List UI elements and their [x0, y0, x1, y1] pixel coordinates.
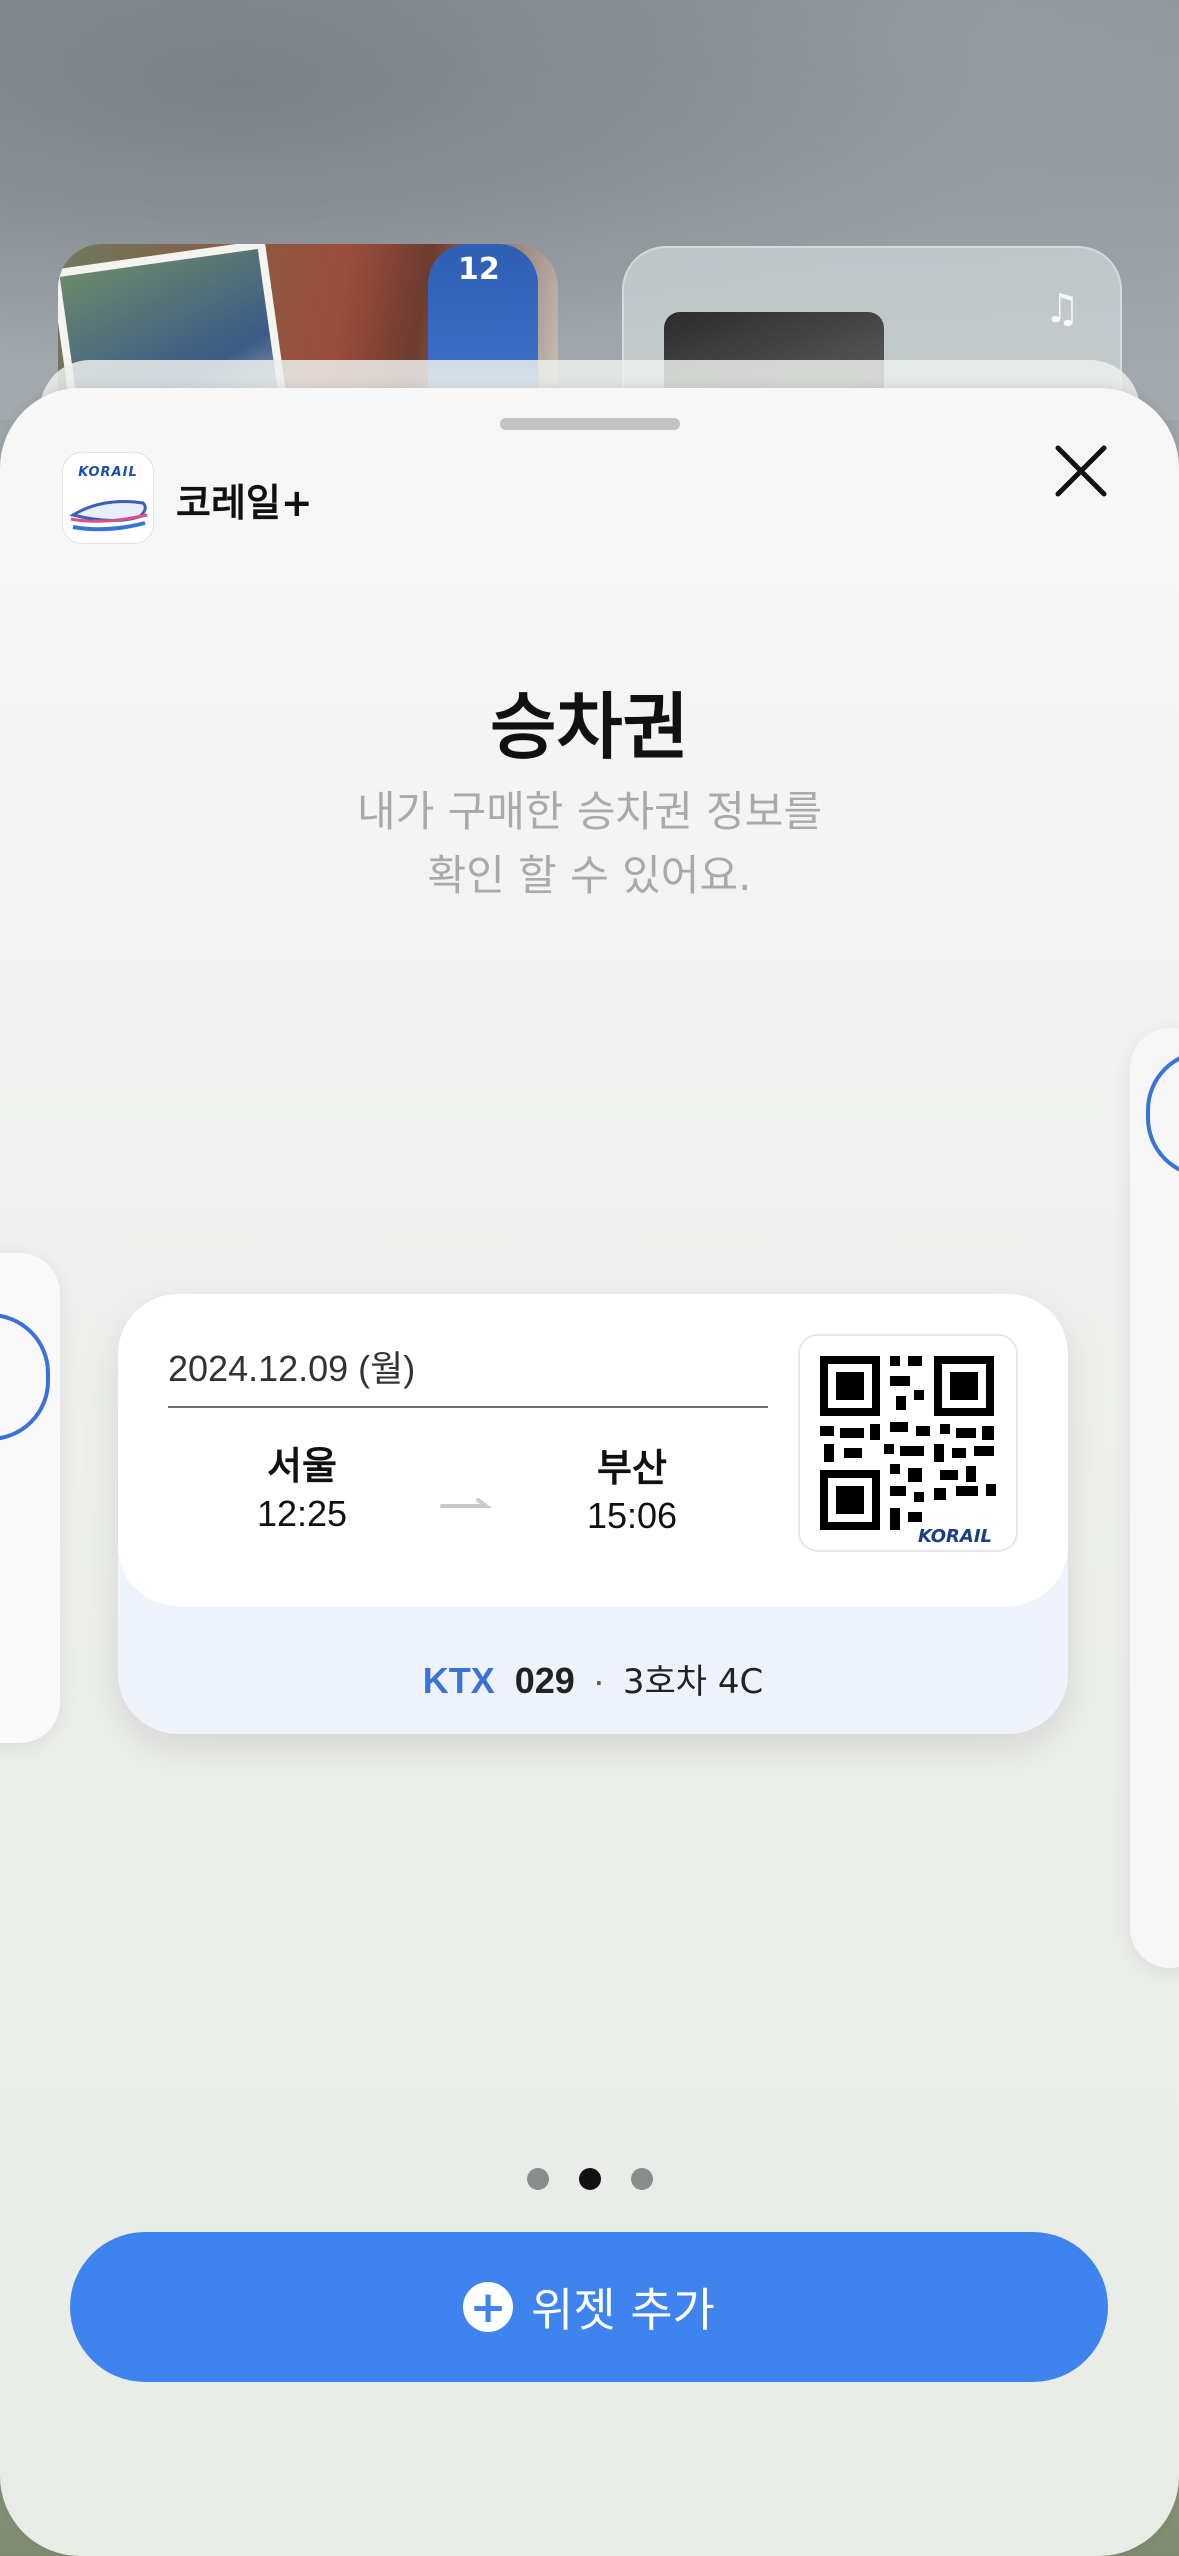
sheet-grabber[interactable] [500, 418, 680, 430]
add-widget-button[interactable]: + 위젯 추가 [70, 2232, 1108, 2382]
widget-gallery-sheet: KORAIL 코레일+ 승차권 내가 구매한 승차권 정보를 확인 할 수 있어… [0, 388, 1179, 2556]
svg-text:KORAIL: KORAIL [918, 1526, 992, 1547]
widget-description: 내가 구매한 승차권 정보를 확인 할 수 있어요. [356, 787, 823, 900]
page-dot-1[interactable] [526, 2168, 549, 2190]
page-dot-3[interactable] [630, 2168, 653, 2190]
next-widget-preview[interactable] [1130, 1028, 1179, 1968]
widget-title: 승차권 [490, 685, 689, 769]
departure-time: 12:25 [256, 1493, 348, 1534]
page-indicator[interactable] [0, 2168, 1179, 2194]
jersey-number: 12 [458, 252, 500, 287]
seat-info: 3호차 4C [622, 1662, 764, 1702]
arrival: 부산 15:06 [532, 1444, 732, 1540]
qr-code: KORAIL [798, 1334, 1018, 1552]
previous-widget-preview[interactable] [0, 1253, 60, 1743]
korail-app-icon: KORAIL [62, 452, 154, 544]
arrow-right-icon [440, 1498, 492, 1508]
close-icon [1055, 445, 1107, 497]
separator: · [592, 1660, 605, 1701]
arrival-time: 15:06 [586, 1495, 678, 1536]
close-button[interactable] [1048, 438, 1114, 504]
music-note-icon: ♫ [1044, 286, 1080, 332]
ticket-widget-preview[interactable]: 2024.12.09 (월) 서울 12:25 부산 15:06 KORAIL … [118, 1294, 1068, 1734]
ticket-date: 2024.12.09 (월) [168, 1348, 416, 1389]
departure-station: 서울 [267, 1444, 337, 1488]
train-number: 029 [514, 1660, 575, 1701]
app-name: 코레일+ [176, 481, 313, 525]
plus-icon: + [463, 2282, 514, 2333]
train-info: KTX 029 · 3호차 4C [118, 1654, 1068, 1703]
train-logo-icon [69, 500, 148, 532]
ticket-main: 2024.12.09 (월) 서울 12:25 부산 15:06 KORAIL [118, 1294, 1068, 1606]
arrival-station: 부산 [597, 1446, 667, 1490]
departure: 서울 12:25 [202, 1442, 402, 1538]
divider [168, 1406, 768, 1408]
train-type: KTX [422, 1660, 495, 1701]
add-widget-label: 위젯 추가 [531, 2283, 715, 2337]
qr-code-icon: KORAIL [820, 1356, 996, 1547]
page-dot-2[interactable] [578, 2168, 601, 2190]
